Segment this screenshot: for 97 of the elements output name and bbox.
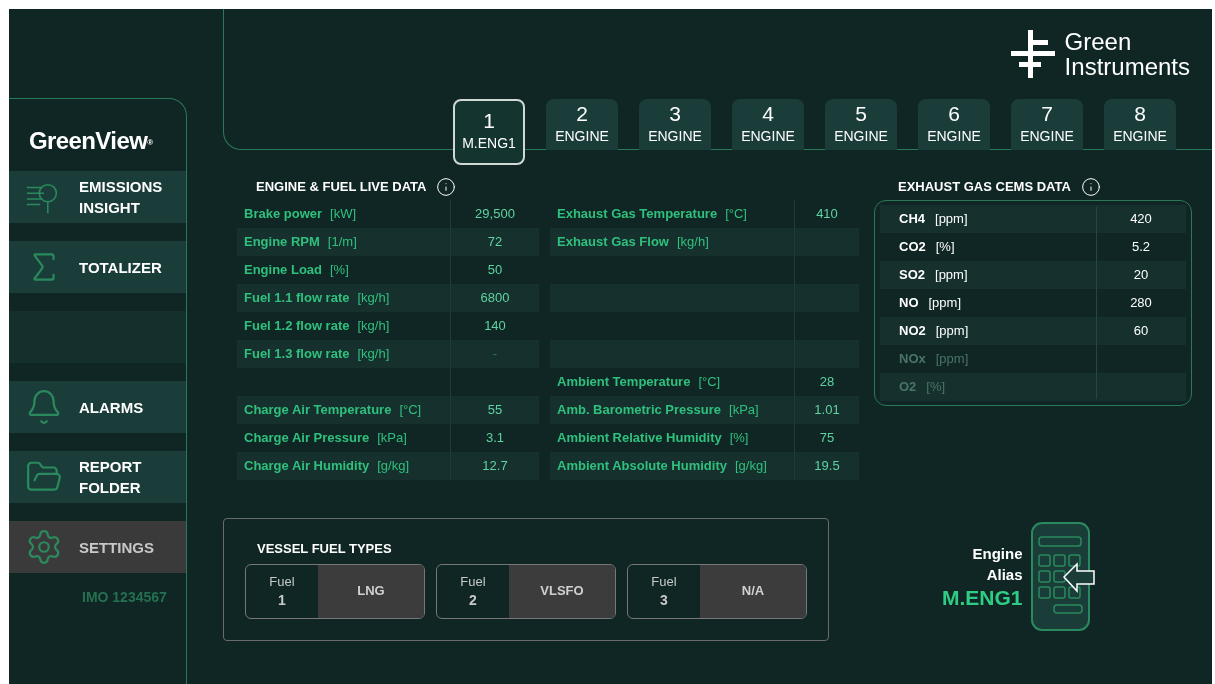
data-value: 19.5: [814, 457, 840, 476]
unit-label: [g/kg]: [734, 457, 767, 476]
engine-tab[interactable]: 8 ENGINE: [1104, 99, 1176, 150]
alias-label: Alias: [986, 564, 1023, 585]
unit-label: [ppm]: [935, 322, 969, 341]
data-value: 55: [487, 401, 503, 420]
gas-value: 5.2: [1130, 238, 1152, 257]
data-label: Brake power: [244, 205, 323, 224]
nav-item[interactable]: REPORT FOLDER: [9, 451, 186, 503]
data-label: Amb. Barometric Pressure: [557, 401, 721, 420]
engine-tab[interactable]: 2 ENGINE: [546, 99, 618, 150]
alias-label: Engine: [972, 543, 1023, 564]
data-label: Engine RPM: [244, 233, 320, 252]
gas-name: NOx: [899, 350, 926, 369]
data-label: Ambient Temperature: [557, 373, 691, 392]
logo-mark-icon: [1010, 30, 1055, 78]
engine-tab[interactable]: 6 ENGINE: [918, 99, 990, 150]
fuel-label: Fuel: [269, 573, 295, 591]
unit-label: [kg/h]: [357, 345, 390, 364]
unit-label: [kPa]: [377, 429, 407, 448]
section-title: EXHAUST GAS CEMS DATA: [898, 178, 1071, 197]
gas-value: 60: [1132, 322, 1150, 341]
gas-name: NO: [899, 294, 919, 313]
data-value: 29,500: [475, 205, 515, 224]
section-title: VESSEL FUEL TYPES: [256, 540, 393, 558]
data-value: 50: [487, 261, 503, 280]
fuel-label: Fuel: [460, 573, 486, 591]
data-label: Charge Air Temperature: [244, 401, 392, 420]
unit-label: [ppm]: [928, 294, 961, 313]
fuel-number: 3: [660, 591, 668, 610]
unit-label: [°C]: [725, 205, 747, 224]
engine-tab[interactable]: 4 ENGINE: [732, 99, 804, 150]
unit-label: [kg/h]: [357, 289, 390, 308]
data-label: Fuel 1.3 flow rate: [244, 345, 350, 364]
nav-item[interactable]: EMISSIONS INSIGHT: [9, 171, 186, 223]
fuel-label: Fuel: [651, 573, 677, 591]
gas-value: 280: [1129, 294, 1153, 313]
data-value: 140: [484, 317, 506, 336]
unit-label: [°C]: [698, 373, 721, 392]
unit-label: [ppm]: [935, 266, 968, 285]
data-label: Charge Air Humidity: [244, 457, 370, 476]
data-label: Engine Load: [244, 261, 322, 280]
unit-label: [1/m]: [327, 233, 357, 252]
unit-label: [kg/h]: [357, 317, 390, 336]
data-value: 6800: [480, 289, 510, 308]
gas-value: 20: [1132, 266, 1150, 285]
unit-label: [%]: [926, 378, 946, 397]
unit-label: [ppm]: [935, 210, 968, 229]
info-icon[interactable]: [436, 177, 457, 197]
unit-label: [%]: [935, 238, 955, 257]
data-value: -: [492, 345, 498, 364]
data-label: Fuel 1.2 flow rate: [244, 317, 350, 336]
alias-value: M.ENG1: [942, 584, 1023, 611]
unit-label: [ppm]: [935, 350, 969, 369]
keypad-arrow-icon[interactable]: [1030, 522, 1095, 631]
data-value: 28: [819, 373, 835, 392]
nav-item[interactable]: ALARMS: [9, 381, 186, 433]
data-label: Exhaust Gas Flow: [557, 233, 669, 252]
data-value: 75: [819, 429, 835, 448]
data-label: Charge Air Pressure: [244, 429, 370, 448]
gas-name: NO2: [899, 322, 926, 341]
gas-name: O2: [899, 378, 917, 397]
engine-tab[interactable]: 7 ENGINE: [1011, 99, 1083, 150]
engine-tab[interactable]: 3 ENGINE: [639, 99, 711, 150]
unit-label: [g/kg]: [377, 457, 409, 476]
fuel-number: 1: [278, 591, 286, 610]
fuel-type-value: LNG: [357, 582, 385, 601]
data-label: Ambient Relative Humidity: [557, 429, 722, 448]
info-icon[interactable]: [1080, 177, 1101, 197]
section-title: ENGINE & FUEL LIVE DATA: [256, 178, 427, 197]
data-value: 1.01: [814, 401, 840, 420]
unit-label: [°C]: [399, 401, 422, 420]
unit-label: [kW]: [330, 205, 357, 224]
gas-name: SO2: [899, 266, 925, 285]
data-value: 3.1: [485, 429, 505, 448]
data-label: Exhaust Gas Temperature: [557, 205, 718, 224]
company-logo: Green Instruments: [1010, 29, 1190, 79]
data-value: 72: [487, 233, 503, 252]
unit-label: [%]: [729, 429, 749, 448]
engine-tab[interactable]: 1 M.ENG1: [453, 99, 525, 165]
fuel-type-value: N/A: [741, 582, 765, 601]
fuel-number: 2: [469, 591, 477, 610]
data-value: 12.7: [482, 457, 508, 476]
unit-label: [kg/h]: [677, 233, 709, 252]
data-label: Fuel 1.1 flow rate: [244, 289, 350, 308]
app-title: GreenView$^{®}$: [29, 126, 153, 156]
unit-label: [%]: [330, 261, 349, 280]
data-value: 410: [816, 205, 838, 224]
imo-number: IMO 1234567: [81, 588, 168, 607]
gas-name: CO2: [899, 238, 926, 257]
nav-item[interactable]: TOTALIZER: [9, 241, 186, 293]
data-label: Ambient Absolute Humidity: [557, 457, 727, 476]
gas-value: 420: [1129, 210, 1153, 229]
unit-label: [kPa]: [729, 401, 759, 420]
gas-name: CH4: [899, 210, 925, 229]
fuel-type-value: VLSFO: [540, 582, 584, 601]
engine-tab[interactable]: 5 ENGINE: [825, 99, 897, 150]
